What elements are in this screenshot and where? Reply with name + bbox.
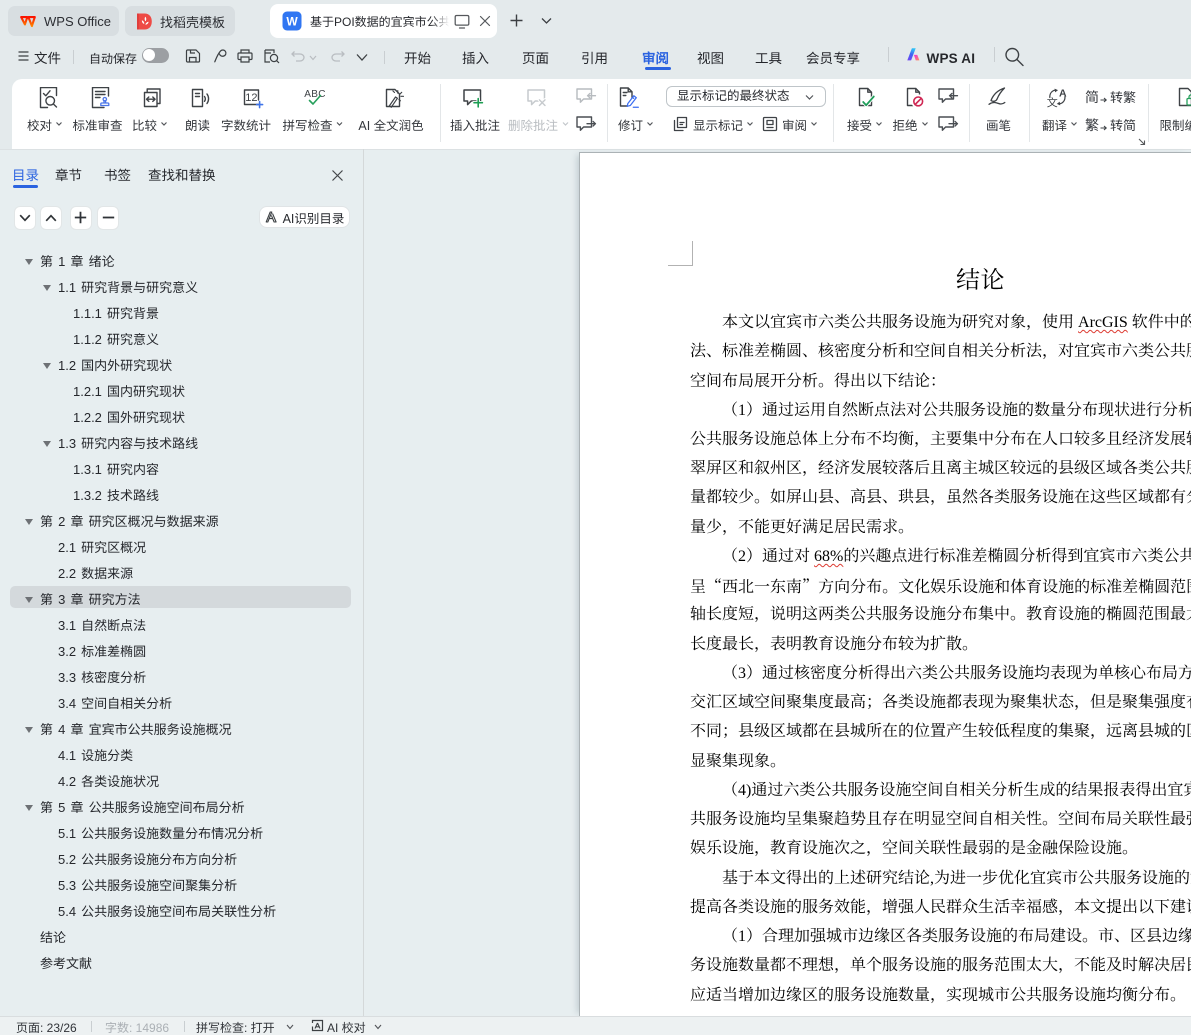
svg-text:ABC: ABC — [304, 89, 325, 100]
svg-text:文: 文 — [1046, 95, 1057, 109]
svg-text:W: W — [286, 15, 298, 29]
svg-text:A: A — [1059, 88, 1067, 100]
svg-text:12: 12 — [245, 92, 257, 104]
